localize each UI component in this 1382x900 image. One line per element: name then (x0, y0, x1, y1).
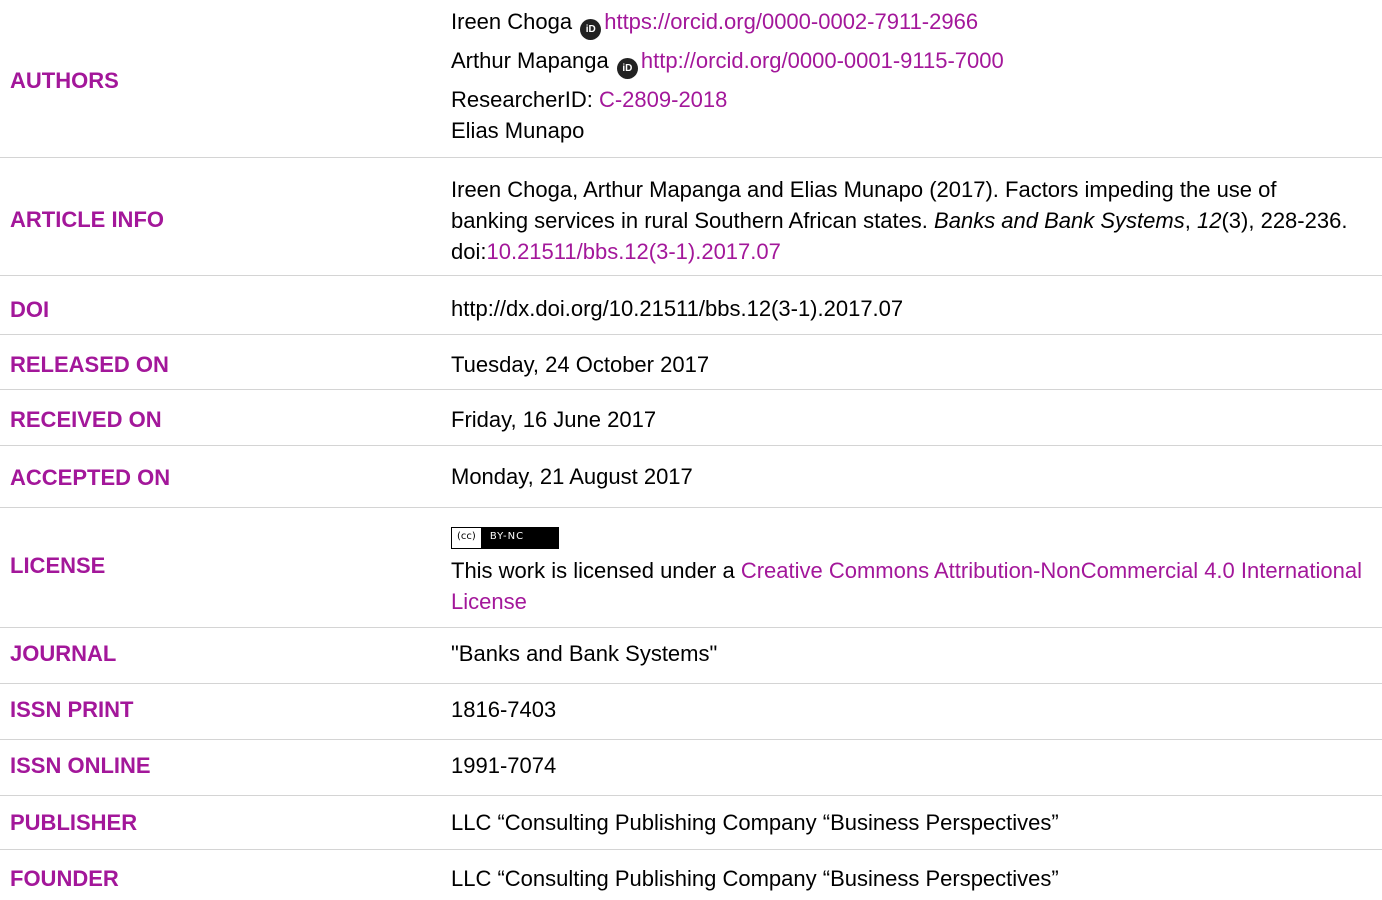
founder-row: FOUNDER LLC “Consulting Publishing Compa… (0, 849, 1382, 900)
issn-online-label: ISSN ONLINE (10, 753, 151, 778)
released-row: RELEASED ON Tuesday, 24 October 2017 (0, 334, 1382, 390)
received-value: Friday, 16 June 2017 (451, 407, 657, 432)
accepted-label: ACCEPTED ON (10, 465, 171, 490)
author-2: Arthur Mapanga iD http://orcid.org/0000-0… (451, 45, 1004, 79)
founder-value: LLC “Consulting Publishing Company “Busi… (451, 866, 1059, 891)
publisher-value: LLC “Consulting Publishing Company “Busi… (451, 810, 1059, 835)
citation-comma: , (1184, 208, 1191, 233)
issn-print-value: 1816-7403 (451, 697, 557, 722)
license-text: This work is licensed under a Creative C… (451, 555, 1366, 617)
released-label: RELEASED ON (10, 352, 169, 377)
author-1-orcid-link[interactable]: https://orcid.org/0000-0002-7911-2966 (604, 9, 978, 34)
cc-terms: BY-NC (481, 528, 559, 548)
doi-row: DOI http://dx.doi.org/10.21511/bbs.12(3-… (0, 275, 1382, 335)
researcher-id-label: ResearcherID: (451, 87, 593, 112)
article-info-value: Ireen Choga, Arthur Mapanga and Elias Mu… (451, 174, 1351, 267)
license-row: LICENSE (cc) BY-NC This work is licensed… (0, 507, 1382, 628)
issn-print-row: ISSN PRINT 1816-7403 (0, 683, 1382, 740)
issn-print-label: ISSN PRINT (10, 697, 134, 722)
doi-value: http://dx.doi.org/10.21511/bbs.12(3-1).2… (451, 296, 904, 321)
issn-online-value: 1991-7074 (451, 753, 557, 778)
license-value: (cc) BY-NC This work is licensed under a… (451, 516, 1366, 617)
orcid-icon[interactable]: iD (580, 19, 602, 40)
cc-icon: (cc) (452, 528, 482, 548)
released-value: Tuesday, 24 October 2017 (451, 352, 710, 377)
article-info-label: ARTICLE INFO (10, 207, 164, 232)
publisher-row: PUBLISHER LLC “Consulting Publishing Com… (0, 795, 1382, 850)
received-row: RECEIVED ON Friday, 16 June 2017 (0, 389, 1382, 446)
author-2-orcid-link[interactable]: http://orcid.org/0000-0001-9115-7000 (641, 48, 1004, 73)
authors-value: Ireen Choga iD https://orcid.org/0000-000… (451, 6, 1004, 146)
founder-label: FOUNDER (10, 866, 119, 891)
issn-online-row: ISSN ONLINE 1991-7074 (0, 739, 1382, 796)
citation-journal: Banks and Bank Systems (934, 208, 1185, 233)
journal-row: JOURNAL "Banks and Bank Systems" (0, 627, 1382, 684)
author-2-name: Arthur Mapanga (451, 48, 609, 73)
researcher-id-link[interactable]: C-2809-2018 (599, 87, 727, 112)
article-info-row: ARTICLE INFO Ireen Choga, Arthur Mapanga… (0, 157, 1382, 276)
citation-doi-link[interactable]: 10.21511/bbs.12(3-1).2017.07 (486, 239, 780, 264)
doi-label: DOI (10, 297, 50, 322)
journal-label: JOURNAL (10, 641, 117, 666)
author-1-name: Ireen Choga (451, 9, 573, 34)
author-1: Ireen Choga iD https://orcid.org/0000-000… (451, 6, 1004, 40)
author-3-name: Elias Munapo (451, 118, 585, 143)
accepted-row: ACCEPTED ON Monday, 21 August 2017 (0, 445, 1382, 508)
accepted-value: Monday, 21 August 2017 (451, 464, 693, 489)
cc-by-nc-badge[interactable]: (cc) BY-NC (451, 527, 560, 549)
license-label: LICENSE (10, 553, 106, 578)
researcher-id: ResearcherID: C-2809-2018 (451, 84, 1004, 115)
authors-label: AUTHORS (10, 68, 119, 93)
publisher-label: PUBLISHER (10, 810, 138, 835)
journal-value: "Banks and Bank Systems" (451, 641, 718, 666)
received-label: RECEIVED ON (10, 407, 162, 432)
authors-row: AUTHORS Ireen Choga iD https://orcid.org/… (0, 0, 1382, 158)
citation-volume: 12 (1196, 208, 1222, 233)
orcid-icon[interactable]: iD (616, 58, 638, 79)
license-prefix: This work is licensed under a (451, 558, 735, 583)
